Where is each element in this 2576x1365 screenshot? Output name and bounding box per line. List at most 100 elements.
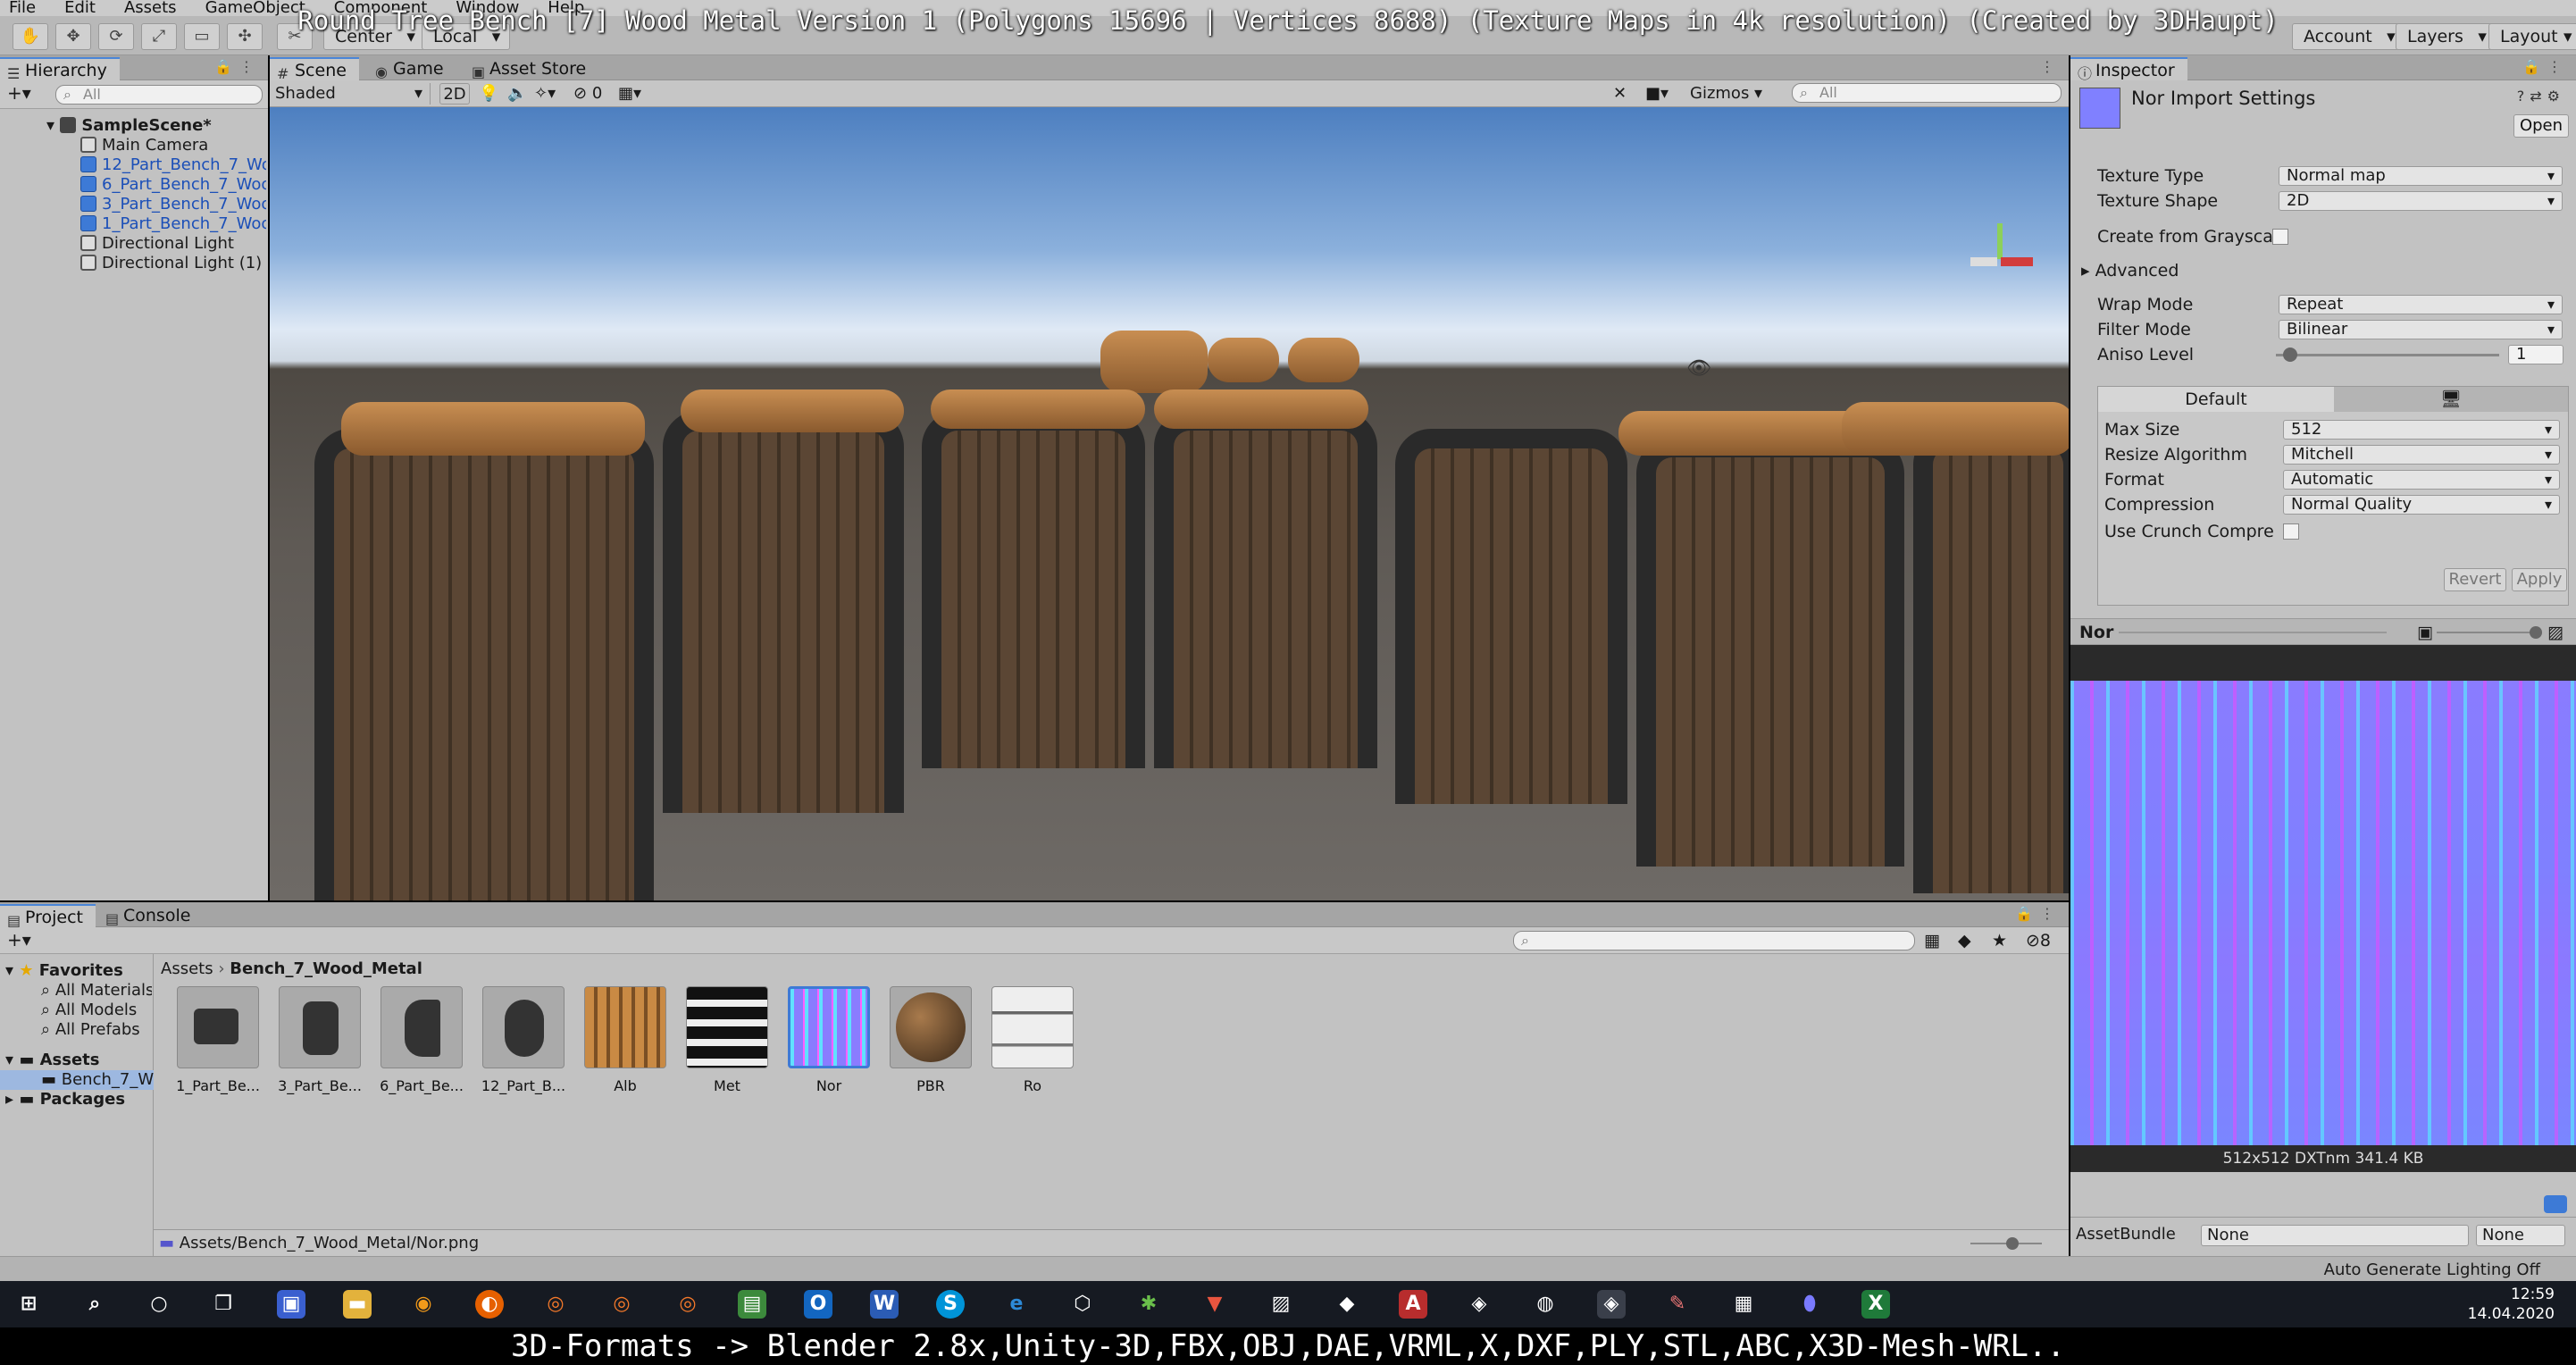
texture-shape-dropdown[interactable]: 2D bbox=[2279, 191, 2563, 211]
slider-handle[interactable] bbox=[2530, 626, 2542, 639]
audio-toggle-icon[interactable]: 🔈 bbox=[507, 83, 527, 105]
asset-thumb-roughness[interactable] bbox=[991, 986, 1074, 1068]
breadcrumb-bench-folder[interactable]: Bench_7_Wood_Metal bbox=[230, 959, 422, 978]
channel-toggle-icon[interactable]: ▣ bbox=[2417, 623, 2433, 642]
notepad-icon[interactable]: ▤ bbox=[738, 1290, 766, 1319]
favorite-all-materials[interactable]: ⌕ All Materials bbox=[41, 981, 152, 1001]
preview-slider[interactable] bbox=[2437, 626, 2542, 639]
blender-icon[interactable]: ◎ bbox=[607, 1290, 636, 1319]
breadcrumb-assets[interactable]: Assets bbox=[161, 959, 213, 978]
revert-button[interactable]: Revert bbox=[2444, 568, 2506, 591]
tab-default-platform[interactable]: Default bbox=[2098, 387, 2334, 412]
hidden-packages-toggle[interactable]: ⊘8 bbox=[2026, 931, 2051, 950]
unity-active-icon[interactable]: ◈ bbox=[1597, 1290, 1626, 1319]
favorite-star-icon[interactable]: ★ bbox=[1992, 931, 2007, 950]
outlook-icon[interactable]: O bbox=[804, 1290, 832, 1319]
mip-slider[interactable] bbox=[2119, 632, 2387, 633]
hierarchy-search-input[interactable]: ⌕ All bbox=[55, 85, 263, 105]
edge-icon[interactable]: e bbox=[1002, 1290, 1031, 1319]
project-search-input[interactable]: ⌕ bbox=[1513, 931, 1915, 950]
aniso-input[interactable]: 1 bbox=[2508, 345, 2563, 364]
hierarchy-item[interactable]: 12_Part_Bench_7_Woo bbox=[80, 155, 266, 175]
aniso-slider[interactable] bbox=[2276, 348, 2499, 362]
tools-icon[interactable]: ✕ bbox=[1613, 83, 1627, 105]
file-explorer-icon[interactable]: ▬ bbox=[343, 1290, 372, 1319]
format-dropdown[interactable]: Automatic bbox=[2283, 470, 2560, 490]
tab-asset-store[interactable]: ▣ Asset Store bbox=[464, 57, 598, 80]
cortana-icon[interactable]: ○ bbox=[145, 1290, 173, 1319]
bench-folder[interactable]: ▬ Bench_7_W bbox=[0, 1070, 154, 1090]
alpha-toggle-icon[interactable]: ▨ bbox=[2547, 623, 2563, 642]
resize-dropdown[interactable]: Mitchell bbox=[2283, 445, 2560, 465]
shading-dropdown[interactable]: Shaded ▾ bbox=[275, 83, 431, 105]
hierarchy-item[interactable]: 3_Part_Bench_7_Woo bbox=[80, 195, 266, 214]
panel-menu-icon[interactable]: 🔒⋮ bbox=[2522, 58, 2569, 75]
tab-project[interactable]: ▤ Project bbox=[0, 904, 96, 929]
access-icon[interactable]: A bbox=[1399, 1290, 1427, 1319]
scene-search-input[interactable]: ⌕ All bbox=[1792, 83, 2062, 103]
calculator-icon[interactable]: ▦ bbox=[1729, 1290, 1758, 1319]
panel-menu-icon[interactable]: 🔒⋮ bbox=[214, 58, 261, 75]
tab-hierarchy[interactable]: ☰ Hierarchy bbox=[0, 57, 120, 82]
help-settings-icon[interactable]: ?⇄⚙ bbox=[2517, 88, 2565, 105]
grid-toggle-icon[interactable]: ▦▾ bbox=[618, 83, 641, 105]
word-icon[interactable]: W bbox=[870, 1290, 899, 1319]
add-icon[interactable]: +▾ bbox=[7, 82, 31, 104]
3d-viewer-icon[interactable]: ⬡ bbox=[1068, 1290, 1097, 1319]
unity-icon[interactable]: ◈ bbox=[1465, 1290, 1493, 1319]
search-icon[interactable]: ⌕ bbox=[80, 1290, 109, 1319]
hierarchy-item[interactable]: 1_Part_Bench_7_Woo bbox=[80, 214, 266, 234]
asset-thumb-normal[interactable] bbox=[788, 986, 870, 1068]
firefox-icon[interactable]: ◐ bbox=[475, 1290, 504, 1319]
image-viewer-icon[interactable]: ▨ bbox=[1267, 1290, 1295, 1319]
orientation-gizmo[interactable] bbox=[1967, 223, 2038, 295]
asset-thumb-albedo[interactable] bbox=[584, 986, 666, 1068]
packages-folder[interactable]: ▸ ▬ Packages bbox=[5, 1090, 125, 1110]
effects-toggle-icon[interactable]: ✧▾ bbox=[534, 83, 556, 105]
open-button[interactable]: Open bbox=[2513, 114, 2569, 138]
create-asset-icon[interactable]: +▾ bbox=[7, 929, 31, 950]
blender-icon[interactable]: ◎ bbox=[673, 1290, 702, 1319]
gizmos-dropdown[interactable]: Gizmos ▾ bbox=[1690, 83, 1762, 105]
asset-thumb-pbr[interactable] bbox=[890, 986, 972, 1068]
asset-thumb-6-part[interactable] bbox=[381, 986, 463, 1068]
crunch-checkbox[interactable] bbox=[2283, 523, 2299, 540]
asset-thumb-3-part[interactable] bbox=[279, 986, 361, 1068]
filter-type-icon[interactable]: ▦ bbox=[1924, 931, 1940, 950]
blender-icon[interactable]: ◎ bbox=[541, 1290, 570, 1319]
camera-icon[interactable]: ■▾ bbox=[1645, 83, 1669, 105]
max-size-dropdown[interactable]: 512 bbox=[2283, 420, 2560, 440]
system-clock[interactable]: 12:59 14.04.2020 bbox=[2468, 1285, 2555, 1324]
compression-dropdown[interactable]: Normal Quality bbox=[2283, 495, 2560, 515]
thumbnail-size-slider[interactable] bbox=[1970, 1237, 2042, 1250]
hidden-objects-toggle[interactable]: ⊘ 0 bbox=[573, 83, 602, 105]
skype-icon[interactable]: S bbox=[936, 1290, 965, 1319]
vivaldi-icon[interactable]: ▼ bbox=[1200, 1290, 1229, 1319]
filter-mode-dropdown[interactable]: Bilinear bbox=[2279, 320, 2563, 339]
tab-scene[interactable]: # Scene bbox=[270, 57, 359, 82]
apply-button[interactable]: Apply bbox=[2512, 568, 2567, 591]
paint-app-icon[interactable]: ✎ bbox=[1663, 1290, 1692, 1319]
tab-console[interactable]: ▤ Console bbox=[98, 904, 203, 927]
tab-standalone-platform[interactable]: 🖥 bbox=[2334, 387, 2568, 412]
obs-icon[interactable]: ◍ bbox=[1531, 1290, 1560, 1319]
lighting-toggle-icon[interactable]: 💡 bbox=[479, 83, 498, 105]
panel-menu-icon[interactable]: 🔒⋮ bbox=[2015, 905, 2062, 922]
advanced-foldout[interactable]: ▸ Advanced bbox=[2081, 259, 2565, 282]
hierarchy-item[interactable]: Directional Light (1) bbox=[80, 254, 262, 273]
hierarchy-item[interactable]: 6_Part_Bench_7_Wooc bbox=[80, 175, 266, 195]
wrap-mode-dropdown[interactable]: Repeat bbox=[2279, 295, 2563, 314]
save-app-icon[interactable]: ▣ bbox=[277, 1290, 305, 1319]
panel-menu-icon[interactable]: ⋮ bbox=[2040, 58, 2062, 75]
hierarchy-item[interactable]: Directional Light bbox=[80, 234, 234, 254]
slider-handle[interactable] bbox=[2283, 348, 2297, 362]
grayscale-checkbox[interactable] bbox=[2272, 229, 2288, 245]
slider-handle[interactable] bbox=[2006, 1237, 2019, 1250]
tree-app-icon[interactable]: ✱ bbox=[1134, 1290, 1163, 1319]
assetbundle-dropdown[interactable]: None bbox=[2201, 1225, 2469, 1246]
asset-thumb-metallic[interactable] bbox=[686, 986, 768, 1068]
texture-type-dropdown[interactable]: Normal map bbox=[2279, 166, 2563, 186]
filter-label-icon[interactable]: ◆ bbox=[1958, 931, 1971, 950]
label-tag-icon[interactable] bbox=[2544, 1195, 2567, 1213]
excel-icon[interactable]: X bbox=[1861, 1290, 1890, 1319]
